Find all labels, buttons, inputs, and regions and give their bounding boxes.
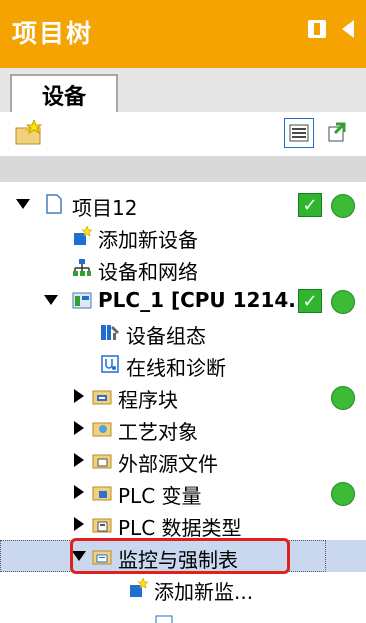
tree-item-label: PLC_1 [CPU 1214... <box>98 288 312 312</box>
tree-toolbar <box>0 112 366 157</box>
tree-item-label: 工艺对象 <box>118 420 198 444</box>
expand-right-icon[interactable] <box>74 389 84 403</box>
tree-item-watch-force-tables[interactable]: 监控与强制表 <box>0 538 366 574</box>
project-tree-panel: 项目树 设备 项目12 ✓ 添加新设备 设备和网络 PLC_1 [CPU 121… <box>0 0 366 623</box>
tree-item-technology-objects[interactable]: 工艺对象 <box>0 412 366 444</box>
technology-objects-icon <box>92 422 112 437</box>
expand-right-icon[interactable] <box>74 517 84 531</box>
plc-icon <box>72 292 92 309</box>
tree-item-plc-data-types[interactable]: PLC 数据类型 <box>0 508 366 540</box>
tree-item-device-config[interactable]: 设备组态 <box>0 316 366 348</box>
expand-down-icon[interactable] <box>44 295 58 305</box>
table-icon <box>155 615 173 623</box>
plc-tags-icon <box>92 486 112 501</box>
project-icon <box>46 194 62 214</box>
tree-item-label: 外部源文件 <box>118 452 218 476</box>
new-item-icon[interactable] <box>14 118 44 150</box>
panel-titlebar: 项目树 <box>0 0 366 68</box>
panel-layout-icon[interactable] <box>308 20 326 38</box>
status-ok-icon <box>331 290 355 314</box>
tree-item-label: 程序块 <box>118 388 178 412</box>
status-ok-icon <box>331 386 355 410</box>
tree-item-partial <box>0 604 366 623</box>
add-watch-table-icon <box>130 578 148 597</box>
tree-item-label: 添加新监... <box>154 580 254 604</box>
online-diagnostics-icon <box>101 355 119 373</box>
tree-item-devices-networks[interactable]: 设备和网络 <box>0 252 366 284</box>
toolbar-right <box>284 118 352 148</box>
tree-view: 项目12 ✓ 添加新设备 设备和网络 PLC_1 [CPU 1214... ✓ … <box>0 182 366 623</box>
status-ok-icon <box>331 482 355 506</box>
expand-right-icon[interactable] <box>74 421 84 435</box>
tree-item-online-diagnostics[interactable]: 在线和诊断 <box>0 348 366 380</box>
tree-item-add-watch-table[interactable]: 添加新监... <box>0 572 366 604</box>
tab-devices[interactable]: 设备 <box>10 74 118 114</box>
check-icon: ✓ <box>298 193 322 217</box>
add-device-icon <box>74 226 92 245</box>
tree-item-label: 设备组态 <box>126 324 206 348</box>
export-icon[interactable] <box>324 118 352 146</box>
tree-item-label: 项目12 <box>72 196 138 220</box>
tab-strip: 设备 <box>0 68 366 114</box>
program-blocks-icon <box>92 390 112 405</box>
tree-item-label: 在线和诊断 <box>126 356 226 380</box>
tree-item-program-blocks[interactable]: 程序块 <box>0 380 366 412</box>
plc-data-types-icon <box>92 518 112 533</box>
panel-title: 项目树 <box>12 19 94 48</box>
highlight-callout <box>70 538 290 574</box>
tree-item-plc-tags[interactable]: PLC 变量 <box>0 476 366 508</box>
details-view-icon[interactable] <box>284 118 314 148</box>
tree-item-plc[interactable]: PLC_1 [CPU 1214... ✓ <box>0 284 366 316</box>
tree-item-label: 添加新设备 <box>98 228 198 252</box>
column-header <box>0 156 366 182</box>
expand-down-icon[interactable] <box>16 199 30 209</box>
tree-item-label: PLC 数据类型 <box>118 516 242 540</box>
tree-item-label: PLC 变量 <box>118 484 202 508</box>
titlebar-buttons <box>308 20 354 38</box>
check-icon: ✓ <box>298 289 322 313</box>
network-icon <box>73 259 91 276</box>
status-ok-icon <box>331 194 355 218</box>
expand-right-icon[interactable] <box>74 485 84 499</box>
tree-item-project[interactable]: 项目12 ✓ <box>0 188 366 220</box>
tree-item-label: 设备和网络 <box>98 260 198 284</box>
expand-right-icon[interactable] <box>74 453 84 467</box>
device-config-icon <box>101 325 119 340</box>
tree-item-external-sources[interactable]: 外部源文件 <box>0 444 366 476</box>
external-source-icon <box>92 454 112 469</box>
collapse-arrow-icon[interactable] <box>342 20 354 38</box>
tree-item-add-device[interactable]: 添加新设备 <box>0 220 366 252</box>
